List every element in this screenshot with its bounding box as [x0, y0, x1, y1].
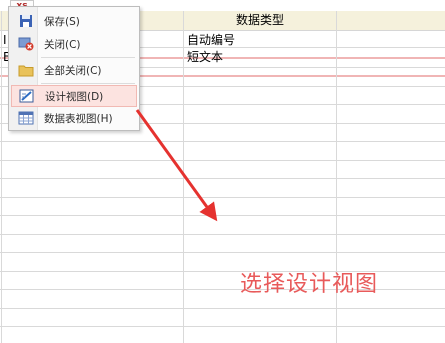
menu-item-save[interactable]: 保存(S)	[11, 10, 137, 32]
row-divider	[0, 178, 445, 179]
menu-item-label: 数据表视图(H)	[44, 112, 113, 125]
row-divider	[0, 234, 445, 235]
row-divider	[0, 271, 445, 272]
data-type-cell[interactable]: 自动编号	[187, 32, 235, 48]
menu-separator	[41, 83, 135, 84]
menu-item-close[interactable]: 关闭(C)	[11, 33, 137, 55]
row-divider	[0, 141, 445, 142]
row-divider	[0, 326, 445, 327]
menu-item-label: 全部关闭(C)	[44, 64, 102, 77]
annotation-text: 选择设计视图	[240, 272, 379, 297]
row-divider	[0, 308, 445, 309]
row-divider	[0, 197, 445, 198]
menu-item-datasheet-view[interactable]: 数据表视图(H)	[11, 107, 137, 129]
save-icon	[16, 12, 36, 30]
menu-item-label: 保存(S)	[44, 15, 80, 28]
menu-item-close-all[interactable]: 全部关闭(C)	[11, 59, 137, 81]
menu-item-label: 设计视图(D)	[45, 90, 104, 103]
folder-icon	[16, 61, 36, 79]
datasheet-view-icon	[16, 109, 36, 127]
row-divider	[0, 215, 445, 216]
menu-item-design-view[interactable]: 设计视图(D)	[11, 85, 137, 107]
menu-separator	[41, 57, 135, 58]
field-name-cell[interactable]: I	[3, 32, 7, 48]
column-divider	[1, 11, 2, 343]
data-type-cell[interactable]: 短文本	[187, 49, 223, 65]
column-divider	[183, 11, 184, 343]
column-header-data-type: 数据类型	[235, 13, 284, 27]
tab-context-menu: 保存(S) 关闭(C) 全部关闭(C) 设计视图(D) 数据表视图(H)	[8, 6, 140, 131]
close-icon	[16, 35, 36, 53]
row-divider	[0, 160, 445, 161]
row-divider	[0, 289, 445, 290]
row-divider	[0, 252, 445, 253]
menu-item-label: 关闭(C)	[44, 38, 81, 51]
design-view-icon	[17, 87, 37, 105]
